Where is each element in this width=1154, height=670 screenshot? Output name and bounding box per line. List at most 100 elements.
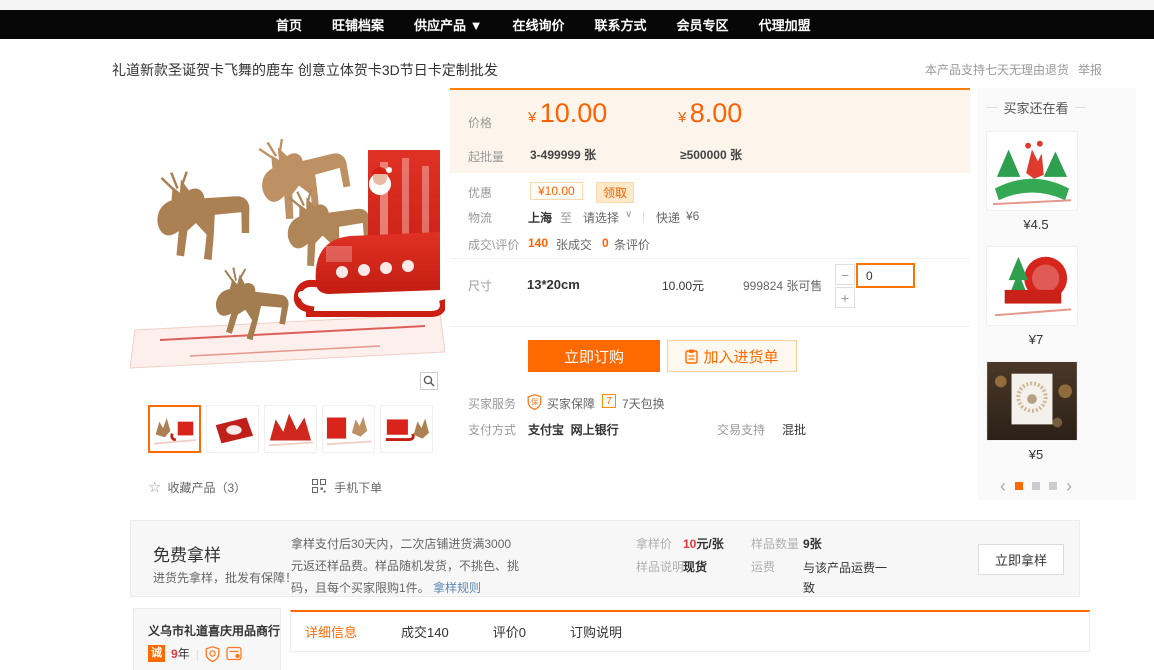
seven-day-icon: 7 bbox=[602, 394, 616, 408]
svg-text:保: 保 bbox=[531, 398, 539, 407]
price-box: 价格 ¥ 10.00 ¥ 8.00 起批量 3-499999 张 ≥500000… bbox=[450, 88, 970, 173]
moq-tier-2: ≥500000 张 bbox=[680, 146, 742, 163]
add-to-cart-button[interactable]: 加入进货单 bbox=[667, 340, 797, 372]
nav-item-inquiry[interactable]: 在线询价 bbox=[513, 15, 565, 34]
product-main-image[interactable] bbox=[130, 88, 445, 388]
free-sample-title: 免费拿样 bbox=[153, 541, 221, 566]
sample-qty-value: 9张 bbox=[803, 535, 822, 552]
qr-code-icon bbox=[312, 479, 326, 496]
nav-item-home[interactable]: 首页 bbox=[276, 15, 302, 34]
seller-card: 义乌市礼道喜庆用品商行 诚 9年 | bbox=[133, 608, 281, 670]
thumbnail-strip bbox=[148, 405, 433, 453]
price-tier-2: ¥ 8.00 bbox=[678, 98, 742, 129]
also-viewing-title: 买家还在看 bbox=[1004, 98, 1069, 117]
thumbnail-4[interactable] bbox=[322, 405, 375, 453]
price-amount: 10.00 bbox=[540, 98, 608, 128]
magnifier-icon bbox=[423, 375, 435, 387]
tab-detail-info[interactable]: 详细信息 bbox=[305, 622, 357, 641]
free-sample-subtitle: 进货先拿样，批发有保障！ bbox=[153, 569, 297, 586]
promo-label: 优惠 bbox=[468, 184, 492, 201]
related-product-3[interactable]: ¥5 bbox=[986, 361, 1086, 462]
carousel-dot-3[interactable] bbox=[1049, 482, 1057, 490]
guarantee-shield-icon: 保 bbox=[527, 394, 542, 410]
nav-item-contact[interactable]: 联系方式 bbox=[595, 15, 647, 34]
seller-name[interactable]: 义乌市礼道喜庆用品商行 bbox=[148, 622, 280, 639]
mobile-order-link[interactable]: 手机下单 bbox=[334, 479, 382, 496]
express-label: 快递 bbox=[656, 209, 680, 226]
price-amount: 8.00 bbox=[690, 98, 743, 128]
zoom-image-button[interactable] bbox=[420, 372, 438, 390]
tab-reviews[interactable]: 评价0 bbox=[493, 622, 526, 641]
sku-stock: 999824 张可售 bbox=[743, 277, 822, 294]
related-price: ¥7 bbox=[986, 332, 1086, 347]
favorite-star-icon: ☆ bbox=[148, 478, 161, 496]
buy-box: 价格 ¥ 10.00 ¥ 8.00 起批量 3-499999 张 ≥500000… bbox=[450, 88, 970, 448]
thumbnail-3[interactable] bbox=[264, 405, 317, 453]
tab-order-notes[interactable]: 订购说明 bbox=[570, 622, 622, 641]
tab-deals[interactable]: 成交140 bbox=[401, 622, 449, 641]
integrity-badge-icon: 诚 bbox=[148, 645, 165, 662]
quantity-input[interactable] bbox=[856, 263, 915, 288]
quantity-decrease-button[interactable]: − bbox=[835, 264, 855, 285]
exchange-label: 7天包换 bbox=[622, 395, 665, 412]
top-nav: 首页 旺铺档案 供应产品 ▼ 在线询价 联系方式 会员专区 代理加盟 bbox=[0, 10, 1154, 39]
sku-unit-price: 10.00元 bbox=[662, 277, 704, 294]
report-link[interactable]: 举报 bbox=[1078, 61, 1102, 78]
carousel-prev-icon[interactable]: ‹ bbox=[1000, 480, 1006, 492]
carousel-dot-2[interactable] bbox=[1032, 482, 1040, 490]
order-now-button[interactable]: 立即订购 bbox=[528, 340, 660, 372]
payment-methods: 支付宝 网上银行 bbox=[528, 421, 619, 438]
sample-price-label: 拿样价 bbox=[636, 535, 672, 552]
years-number: 9 bbox=[171, 647, 178, 661]
ship-from: 上海 bbox=[528, 209, 552, 226]
thumbnail-1[interactable] bbox=[148, 405, 201, 453]
free-sample-section: 免费拿样 进货先拿样，批发有保障！ 拿样支付后30天内，二次店铺进货满3000元… bbox=[130, 520, 1080, 597]
sample-ship-label: 运费 bbox=[751, 558, 775, 575]
get-sample-button[interactable]: 立即拿样 bbox=[978, 544, 1064, 575]
gallery-actions: ☆ 收藏产品（3） 手机下单 bbox=[148, 478, 382, 496]
chevron-down-icon[interactable]: ∨ bbox=[625, 209, 632, 220]
coupon-value: ¥10.00 bbox=[530, 182, 583, 200]
related-product-1[interactable]: ¥4.5 bbox=[986, 131, 1086, 232]
seller-shield-icon bbox=[205, 646, 220, 662]
thumbnail-5[interactable] bbox=[380, 405, 433, 453]
favorite-product-link[interactable]: 收藏产品（3） bbox=[167, 479, 246, 496]
logistics-label: 物流 bbox=[468, 209, 492, 226]
seller-years: 9年 bbox=[171, 645, 190, 662]
nav-item-products[interactable]: 供应产品 ▼ bbox=[414, 15, 482, 34]
popup-card-illustration bbox=[130, 88, 445, 388]
carousel-pagination: ‹ › bbox=[986, 480, 1086, 492]
services-label: 买家服务 bbox=[468, 395, 516, 412]
moq-label: 起批量 bbox=[468, 148, 504, 165]
clipboard-icon bbox=[685, 349, 698, 364]
quantity-increase-button[interactable]: + bbox=[835, 287, 855, 308]
trade-support-label: 交易支持 bbox=[717, 421, 765, 438]
nav-item-member[interactable]: 会员专区 bbox=[677, 15, 729, 34]
coupon-claim-button[interactable]: 领取 bbox=[596, 182, 634, 203]
product-page: 首页 旺铺档案 供应产品 ▼ 在线询价 联系方式 会员专区 代理加盟 礼道新款圣… bbox=[0, 0, 1154, 670]
related-product-2[interactable]: ¥7 bbox=[986, 246, 1086, 347]
carousel-next-icon[interactable]: › bbox=[1066, 480, 1072, 492]
nav-item-shop-archive[interactable]: 旺铺档案 bbox=[332, 15, 384, 34]
thumbnail-2[interactable] bbox=[206, 405, 259, 453]
sample-ship-value: 与该产品运费一致 bbox=[803, 558, 895, 599]
review-count[interactable]: 0 bbox=[602, 236, 609, 250]
ship-to-label: 至 bbox=[560, 209, 572, 226]
region-select[interactable]: 请选择 bbox=[583, 209, 619, 226]
sample-rules-link[interactable]: 拿样规则 bbox=[433, 581, 481, 595]
also-viewing-panel: 买家还在看 ¥4.5 ¥7 ¥5 ‹ › bbox=[978, 88, 1136, 500]
carousel-dot-1[interactable] bbox=[1015, 482, 1023, 490]
currency-symbol: ¥ bbox=[678, 109, 686, 126]
payment-label: 支付方式 bbox=[468, 421, 516, 438]
sample-spec-value: 现货 bbox=[683, 558, 707, 575]
detail-tabbar: 详细信息 成交140 评价0 订购说明 bbox=[290, 610, 1090, 652]
nav-item-agent[interactable]: 代理加盟 bbox=[759, 15, 811, 34]
sample-price-unit: 元/张 bbox=[696, 537, 723, 551]
guarantee-label: 买家保障 bbox=[547, 395, 595, 412]
price-tier-1: ¥ 10.00 bbox=[528, 98, 607, 129]
currency-symbol: ¥ bbox=[528, 109, 536, 126]
divider: | bbox=[642, 209, 645, 223]
years-unit: 年 bbox=[178, 647, 190, 661]
return-policy-text: 本产品支持七天无理由退货 bbox=[925, 61, 1069, 78]
deal-count[interactable]: 140 bbox=[528, 236, 548, 250]
